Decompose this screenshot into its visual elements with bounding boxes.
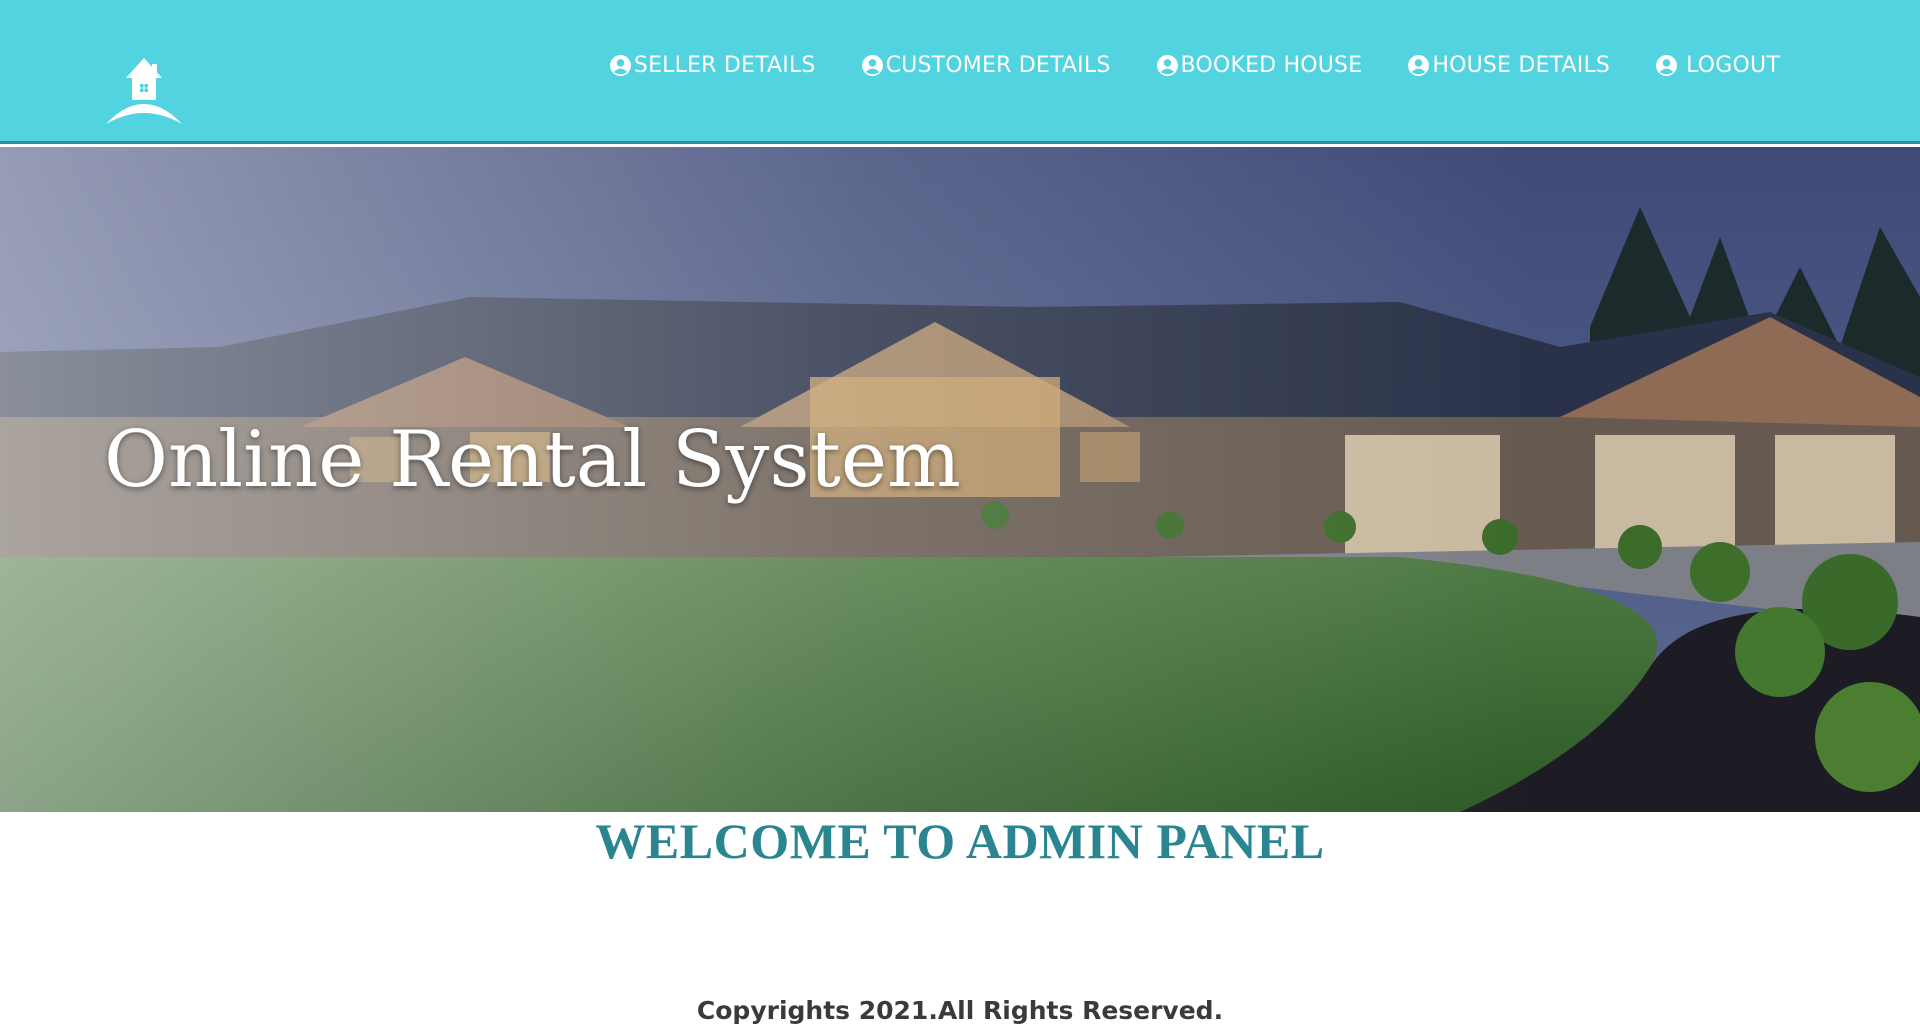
- user-circle-icon: [1656, 55, 1678, 76]
- house-logo-icon[interactable]: [104, 54, 184, 130]
- hero-banner: Online Rental System: [0, 147, 1920, 812]
- nav-customer-details[interactable]: CUSTOMER DETAILS: [861, 53, 1111, 78]
- user-circle-icon: [861, 55, 883, 76]
- user-circle-icon: [609, 55, 631, 76]
- welcome-heading: WELCOME TO ADMIN PANEL: [595, 813, 1325, 869]
- nav-seller-details-label: SELLER DETAILS: [633, 53, 816, 78]
- nav-booked-house-label: BOOKED HOUSE: [1180, 53, 1363, 78]
- hero-title: Online Rental System: [104, 415, 961, 505]
- nav-seller-details[interactable]: SELLER DETAILS: [609, 53, 816, 78]
- footer-copyright: Copyrights 2021.All Rights Reserved.: [696, 996, 1224, 1025]
- top-navbar: SELLER DETAILS CUSTOMER DETAILS BOOKED H…: [0, 0, 1920, 144]
- nav-house-details[interactable]: HOUSE DETAILS: [1408, 53, 1610, 78]
- nav-logout[interactable]: LOGOUT: [1656, 53, 1780, 78]
- user-circle-icon: [1156, 55, 1178, 76]
- nav-customer-details-label: CUSTOMER DETAILS: [885, 53, 1111, 78]
- nav-menu: SELLER DETAILS CUSTOMER DETAILS BOOKED H…: [564, 53, 1780, 78]
- user-circle-icon: [1408, 55, 1430, 76]
- nav-booked-house[interactable]: BOOKED HOUSE: [1156, 53, 1363, 78]
- nav-house-details-label: HOUSE DETAILS: [1432, 53, 1611, 78]
- nav-logout-label: LOGOUT: [1686, 53, 1780, 78]
